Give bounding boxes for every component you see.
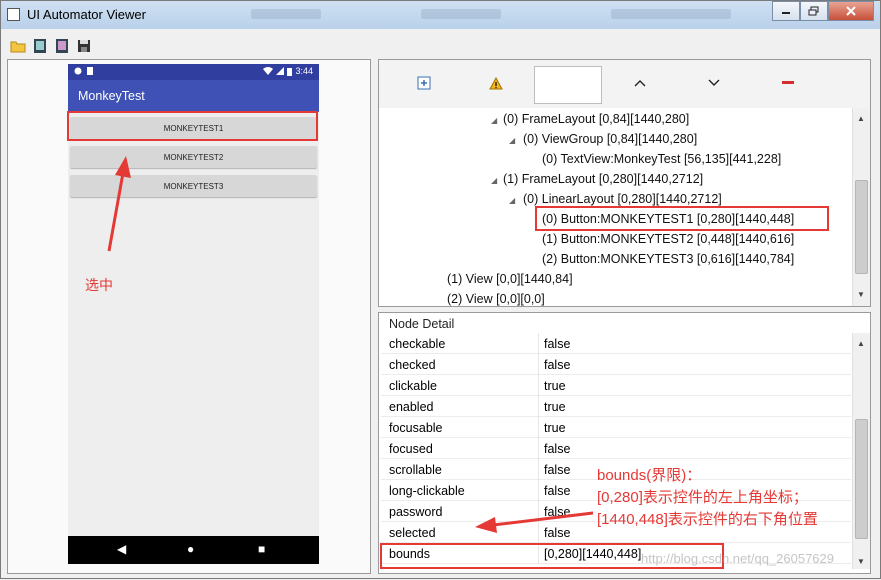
bounds-annotation-bottomright: [1440,448]表示控件的右下角位置 bbox=[597, 511, 818, 528]
bounds-annotation-topleft: [0,280]表示控件的左上角坐标； bbox=[597, 489, 808, 506]
app-window: UI Automator Viewer 3:44 MonkeyTest MONK… bbox=[0, 0, 881, 579]
bounds-annotation-title: bounds(界限)： bbox=[597, 467, 702, 484]
watermark: http://blog.csdn.net/qq_26057629 bbox=[641, 551, 834, 566]
